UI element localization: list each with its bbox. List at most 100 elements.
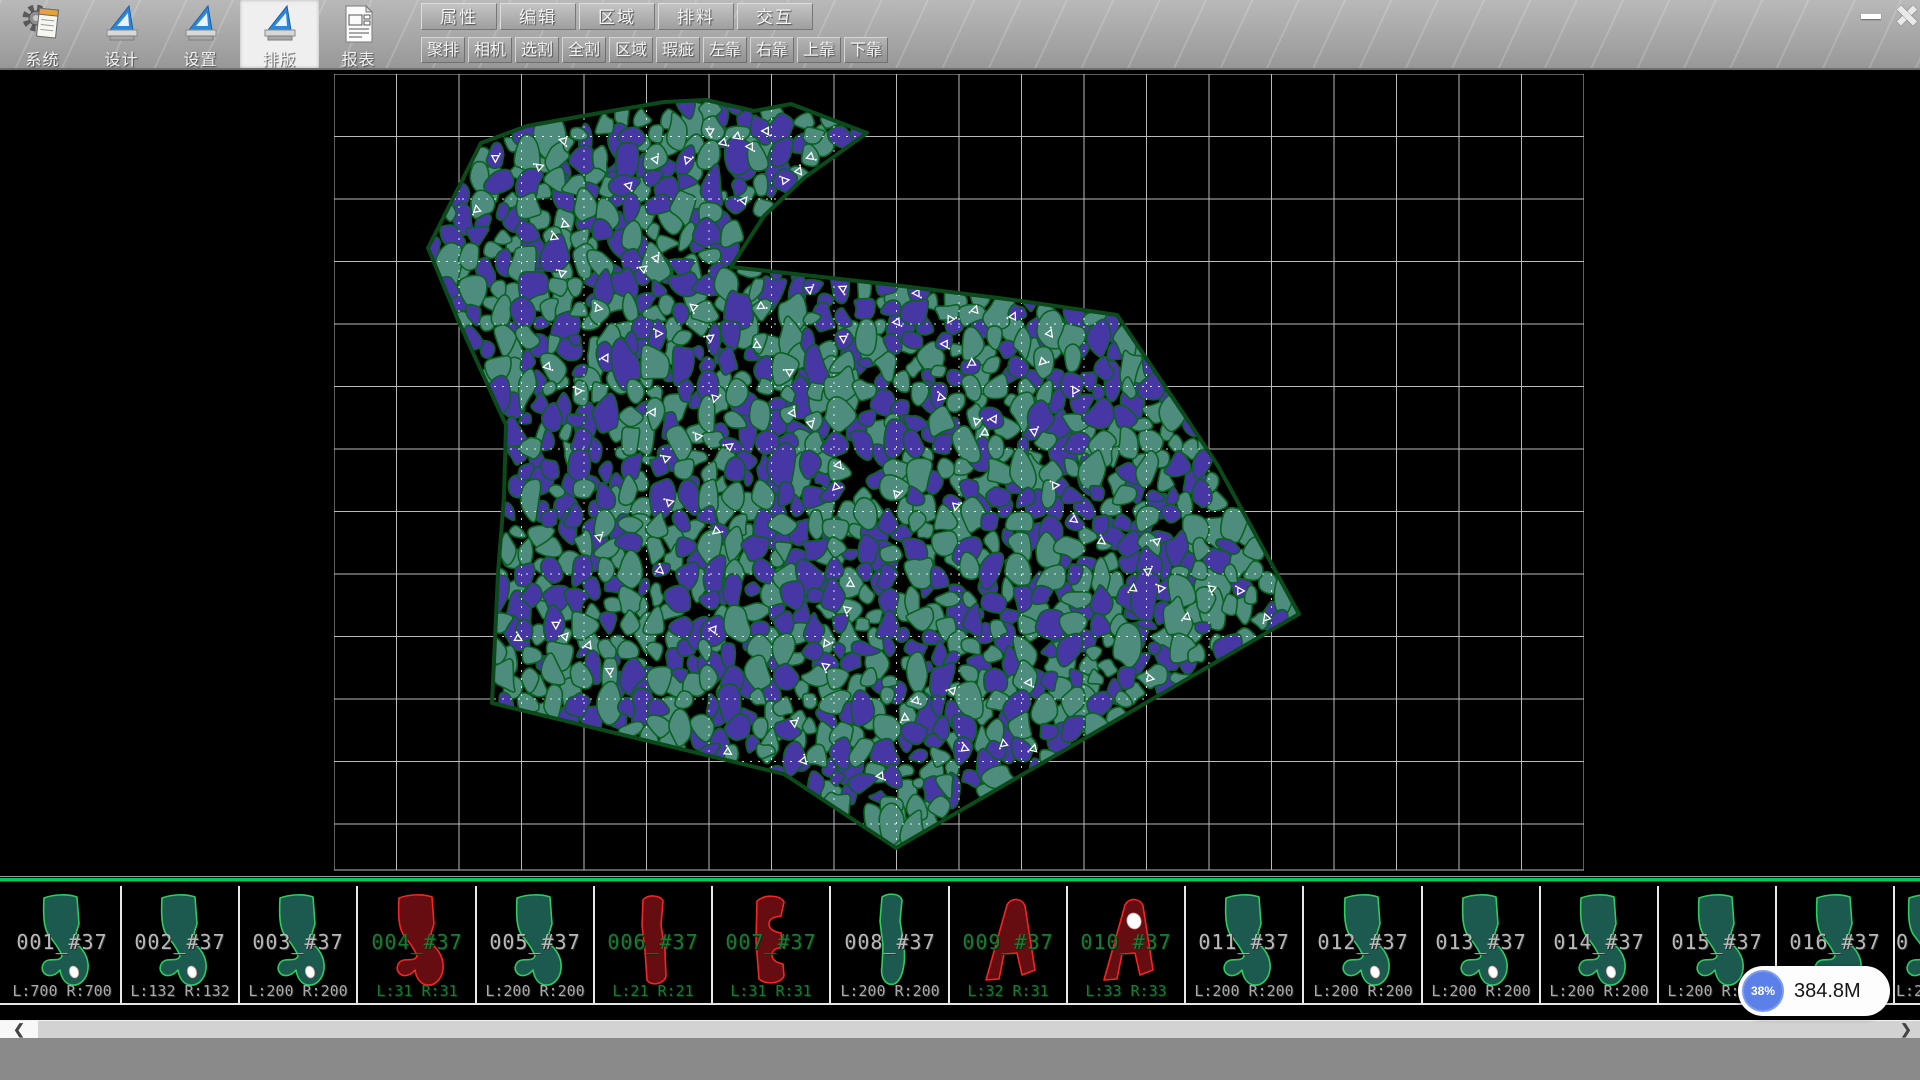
big-button-label: 排版 — [240, 46, 319, 70]
tool-region[interactable]: 区域 — [609, 37, 653, 63]
part-thumbnail[interactable]: 005_#37 L:200 R:200 — [477, 886, 595, 1003]
nested-piece[interactable] — [750, 399, 771, 431]
nested-piece[interactable] — [1191, 561, 1208, 580]
nested-piece[interactable] — [1118, 667, 1136, 690]
part-thumbnail[interactable]: 001_#37 L:700 R:700 — [4, 886, 122, 1003]
strip-divider — [0, 876, 1920, 877]
big-button-label: 设计 — [82, 46, 161, 70]
tool-defect[interactable]: 瑕疵 — [656, 37, 700, 63]
nested-piece[interactable] — [1005, 512, 1033, 532]
nested-piece[interactable] — [931, 365, 946, 377]
part-counts: L:200 R:200 — [1423, 982, 1539, 1000]
minimize-button[interactable] — [1856, 4, 1886, 26]
big-button-design[interactable]: 设计 — [82, 0, 161, 68]
tab-nesting[interactable]: 排料 — [658, 3, 734, 30]
part-name: 009_#37 — [950, 930, 1066, 954]
part-thumbnail[interactable]: 014_#37 L:200 R:200 — [1541, 886, 1659, 1003]
part-thumbnail[interactable]: 002_#37 L:132 R:132 — [122, 886, 240, 1003]
part-name: 013_#37 — [1423, 930, 1539, 954]
part-thumbnail[interactable]: 003_#37 L:200 R:200 — [240, 886, 358, 1003]
nested-piece[interactable] — [622, 427, 640, 455]
nested-piece[interactable] — [598, 557, 615, 582]
tool-select-cut[interactable]: 选割 — [515, 37, 559, 63]
scroll-left-icon[interactable]: ❮ — [0, 1021, 38, 1039]
nested-piece[interactable] — [1065, 344, 1082, 372]
nested-piece[interactable] — [1041, 480, 1056, 508]
scroll-right-icon[interactable]: ❯ — [1894, 1021, 1918, 1039]
nested-piece[interactable] — [752, 718, 767, 740]
nested-piece[interactable] — [1090, 486, 1105, 501]
tab-interactive[interactable]: 交互 — [737, 3, 813, 30]
big-button-nesting[interactable]: 排版 — [240, 0, 319, 68]
tool-camera[interactable]: 相机 — [468, 37, 512, 63]
tab-edit[interactable]: 编辑 — [500, 3, 576, 30]
part-name: 006_#37 — [595, 930, 711, 954]
nested-piece[interactable] — [1093, 514, 1109, 534]
part-thumbnail[interactable]: 012_#37 L:200 R:200 — [1305, 886, 1423, 1003]
nested-piece[interactable] — [807, 382, 824, 400]
tab-region[interactable]: 区域 — [579, 3, 655, 30]
nesting-drawing[interactable] — [334, 74, 1584, 874]
nested-piece[interactable] — [674, 459, 694, 479]
nested-piece[interactable] — [882, 676, 898, 688]
tool-align-right[interactable]: 右靠 — [750, 37, 794, 63]
close-button[interactable] — [1890, 4, 1920, 26]
nested-piece[interactable] — [913, 778, 924, 788]
nested-piece[interactable] — [986, 487, 1011, 507]
part-thumbnail[interactable]: 007_#37 L:31 R:31 — [713, 886, 831, 1003]
big-button-system[interactable]: 系统 — [3, 0, 82, 68]
nested-piece[interactable] — [932, 434, 953, 454]
nested-piece[interactable] — [961, 638, 980, 654]
nested-piece[interactable] — [568, 450, 591, 482]
nested-piece[interactable] — [855, 319, 876, 356]
part-name: 001_#37 — [4, 930, 120, 954]
marker-dot-icon — [499, 153, 501, 155]
big-button-settings[interactable]: 设置 — [161, 0, 240, 68]
nested-piece[interactable] — [1034, 347, 1054, 379]
nested-piece[interactable] — [854, 299, 875, 320]
part-name: 011_#37 — [1186, 930, 1302, 954]
nested-piece[interactable] — [803, 693, 817, 708]
part-name: 014_#37 — [1541, 930, 1657, 954]
nested-piece[interactable] — [1195, 622, 1211, 634]
part-thumbnail[interactable]: 013_#37 L:200 R:200 — [1423, 886, 1541, 1003]
part-thumbnail[interactable]: 011_#37 L:200 R:200 — [1186, 886, 1304, 1003]
nested-piece[interactable] — [987, 435, 1004, 459]
tool-cut-all[interactable]: 全割 — [562, 37, 606, 63]
nested-piece[interactable] — [649, 125, 663, 143]
nested-piece[interactable] — [808, 510, 823, 540]
nested-piece[interactable] — [984, 668, 1008, 692]
nested-piece[interactable] — [880, 687, 894, 705]
nesting-canvas[interactable] — [0, 70, 1920, 876]
nested-piece[interactable] — [725, 457, 746, 481]
tab-properties[interactable]: 属性 — [421, 3, 497, 30]
tool-align-bottom[interactable]: 下靠 — [844, 37, 888, 63]
nested-piece[interactable] — [593, 146, 608, 173]
nested-piece[interactable] — [678, 380, 694, 402]
nested-piece[interactable] — [516, 619, 533, 641]
tool-align-left[interactable]: 左靠 — [703, 37, 747, 63]
part-thumbnail[interactable]: 010_#37 L:33 R:33 — [1068, 886, 1186, 1003]
title-bar[interactable]: 系统 设计 设置 — [0, 0, 1920, 70]
part-counts: L:132 R:132 — [122, 982, 238, 1000]
part-name: 007_#37 — [713, 930, 829, 954]
part-thumbnail[interactable]: 004_#37 L:31 R:31 — [359, 886, 477, 1003]
nested-piece[interactable] — [1148, 642, 1160, 655]
part-name: 008_#37 — [832, 930, 948, 954]
tool-align-top[interactable]: 上靠 — [797, 37, 841, 63]
big-button-report[interactable]: 报表 — [319, 0, 398, 68]
nested-piece[interactable] — [981, 512, 998, 531]
part-name: 005_#37 — [477, 930, 593, 954]
part-thumbnail[interactable]: 008_#37 L:200 R:200 — [832, 886, 950, 1003]
tool-cluster-nest[interactable]: 聚排 — [421, 37, 465, 63]
horizontal-scrollbar[interactable]: ❮ ❯ — [0, 1020, 1920, 1038]
nested-piece[interactable] — [880, 545, 902, 562]
part-counts: L:200 R:200 — [832, 982, 948, 1000]
part-thumbnail-partial[interactable]: 0 L:2 — [1896, 886, 1920, 1003]
nested-piece[interactable] — [855, 618, 870, 631]
nested-piece[interactable] — [753, 174, 767, 196]
nested-piece[interactable] — [981, 592, 1006, 613]
part-thumbnail[interactable]: 006_#37 L:21 R:21 — [595, 886, 713, 1003]
progress-badge[interactable]: 38% 384.8M — [1738, 966, 1890, 1016]
part-thumbnail[interactable]: 009_#37 L:32 R:31 — [950, 886, 1068, 1003]
